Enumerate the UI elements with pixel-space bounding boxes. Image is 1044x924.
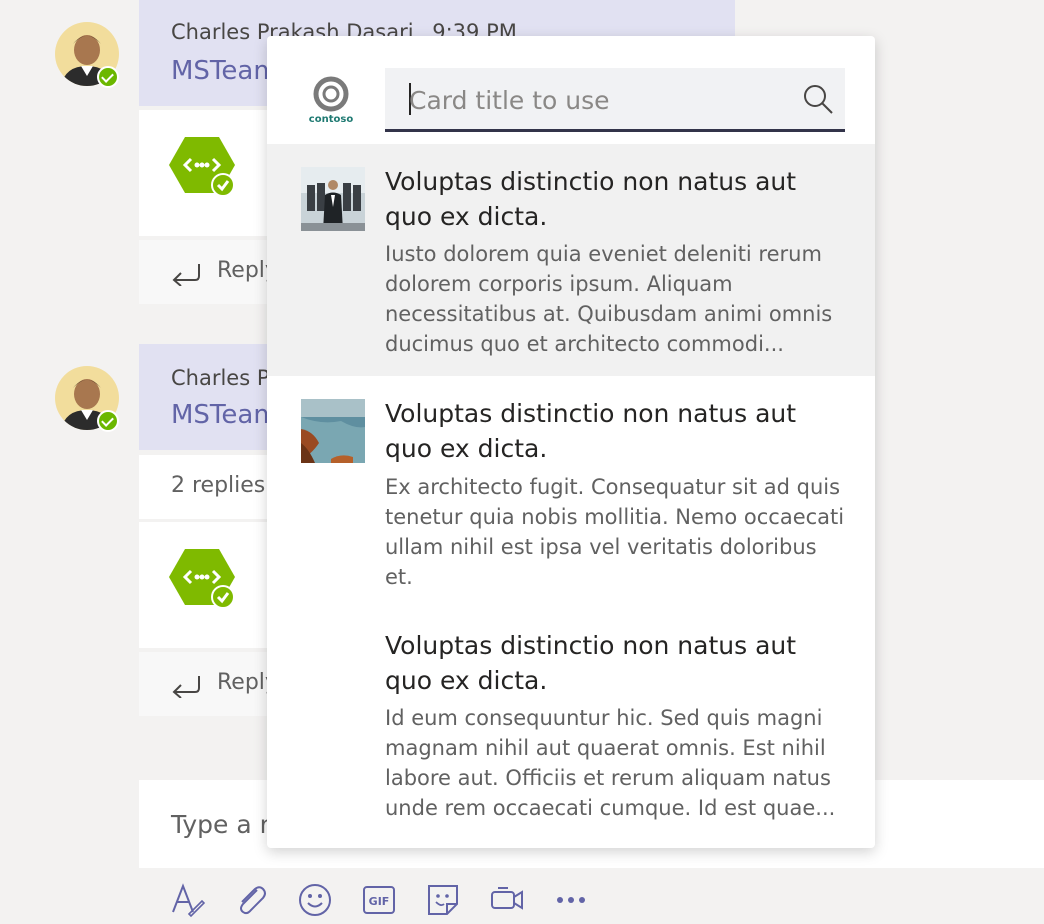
gif-label: GIF bbox=[369, 895, 390, 908]
reply-arrow-icon bbox=[172, 264, 200, 286]
result-title: Voluptas distinctio non natus aut quo ex… bbox=[385, 631, 797, 695]
contoso-logo: contoso bbox=[307, 76, 355, 128]
attach-icon[interactable] bbox=[231, 880, 271, 920]
emoji-icon[interactable] bbox=[295, 880, 335, 920]
search-icon[interactable] bbox=[801, 82, 835, 116]
search-result-item[interactable]: Voluptas distinctio non natus aut quo ex… bbox=[267, 376, 875, 608]
result-description: Ex architecto fugit. Consequatur sit ad … bbox=[385, 475, 845, 589]
replies-count: 2 replies bbox=[171, 473, 266, 498]
search-input[interactable] bbox=[409, 80, 789, 120]
bot-icon bbox=[169, 547, 235, 609]
reply-arrow-icon bbox=[172, 676, 200, 698]
meet-now-icon[interactable] bbox=[487, 880, 527, 920]
result-thumbnail bbox=[301, 167, 365, 231]
more-options-icon[interactable] bbox=[551, 880, 591, 920]
logo-text: contoso bbox=[308, 114, 354, 125]
result-title: Voluptas distinctio non natus aut quo ex… bbox=[385, 399, 797, 463]
messaging-extension-popup: contoso Voluptas distinctio bbox=[267, 36, 875, 848]
sticker-icon[interactable] bbox=[423, 880, 463, 920]
format-icon[interactable] bbox=[167, 880, 207, 920]
bot-icon bbox=[169, 135, 235, 197]
presence-available-badge bbox=[97, 66, 119, 88]
result-description: Iusto dolorem quia eveniet deleniti reru… bbox=[385, 242, 833, 356]
result-description: Id eum consequuntur hic. Sed quis magni … bbox=[385, 706, 836, 820]
message-title: MSTeam bbox=[171, 56, 279, 86]
message-title: MSTeam bbox=[171, 400, 279, 430]
result-thumbnail bbox=[301, 399, 365, 463]
presence-available-badge bbox=[97, 410, 119, 432]
message-sender: Charles P bbox=[171, 366, 270, 390]
search-box[interactable] bbox=[385, 68, 845, 132]
gif-icon[interactable]: GIF bbox=[359, 880, 399, 920]
search-result-item[interactable]: Voluptas distinctio non natus aut quo ex… bbox=[267, 608, 875, 848]
compose-placeholder: Type a n bbox=[171, 810, 276, 839]
compose-toolbar: GIF bbox=[167, 880, 607, 920]
search-result-item[interactable]: Voluptas distinctio non natus aut quo ex… bbox=[267, 144, 875, 376]
result-title: Voluptas distinctio non natus aut quo ex… bbox=[385, 167, 797, 231]
